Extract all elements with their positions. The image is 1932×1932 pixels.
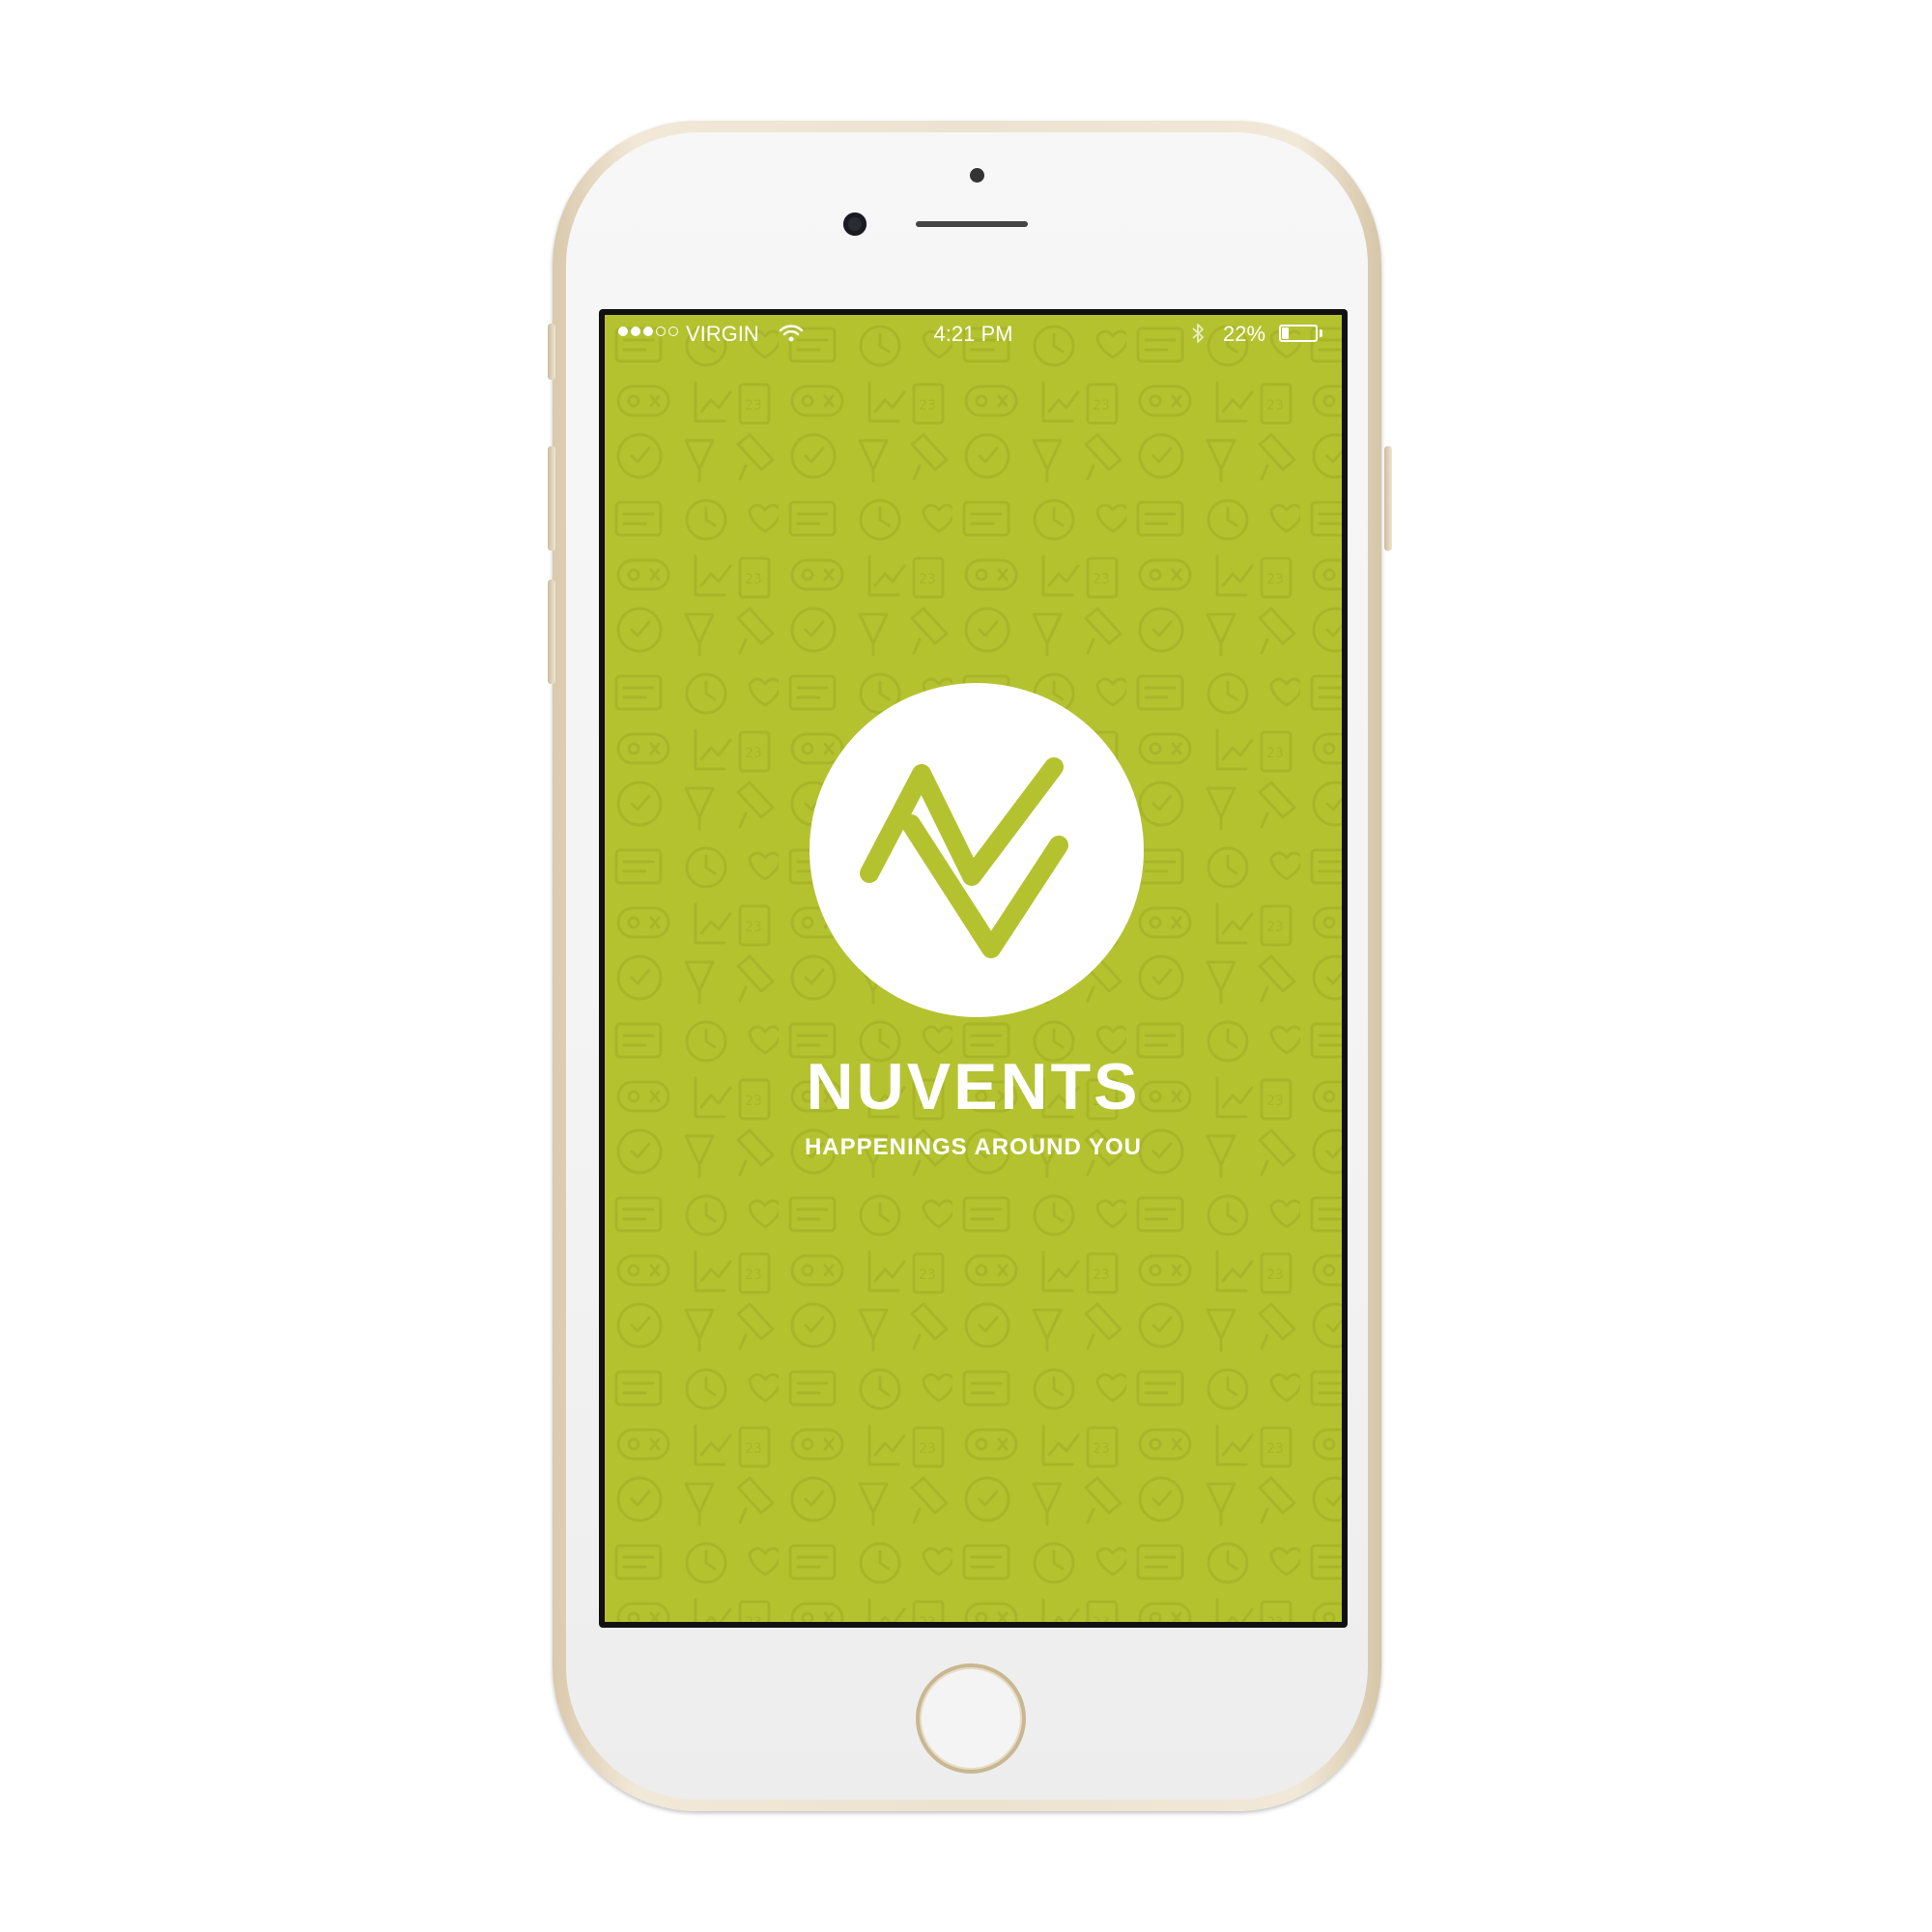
brand-tagline: HAPPENINGS AROUND YOU — [804, 1134, 1143, 1160]
splash-screen: 23 VIRGIN — [605, 315, 1342, 1622]
mute-switch — [548, 324, 555, 380]
battery-level — [1282, 327, 1289, 339]
proximity-sensor — [970, 168, 984, 183]
front-camera — [843, 213, 867, 236]
volume-down-button — [548, 580, 555, 684]
bluetooth-icon — [1192, 324, 1204, 343]
volume-up-button — [548, 446, 555, 551]
brand-name: NUVENTS — [806, 1050, 1141, 1123]
power-button — [1384, 446, 1392, 551]
status-bar: VIRGIN 4:21 PM 22% — [605, 315, 1342, 354]
logo-badge — [810, 683, 1144, 1017]
battery-tip — [1320, 329, 1322, 337]
home-button[interactable] — [916, 1663, 1026, 1774]
phone-screen: 23 VIRGIN — [599, 309, 1348, 1628]
earpiece-speaker — [916, 221, 1028, 227]
battery-percent: 22% — [1223, 322, 1266, 346]
battery-icon — [1279, 325, 1318, 342]
nuvents-logo-icon — [860, 757, 1068, 958]
